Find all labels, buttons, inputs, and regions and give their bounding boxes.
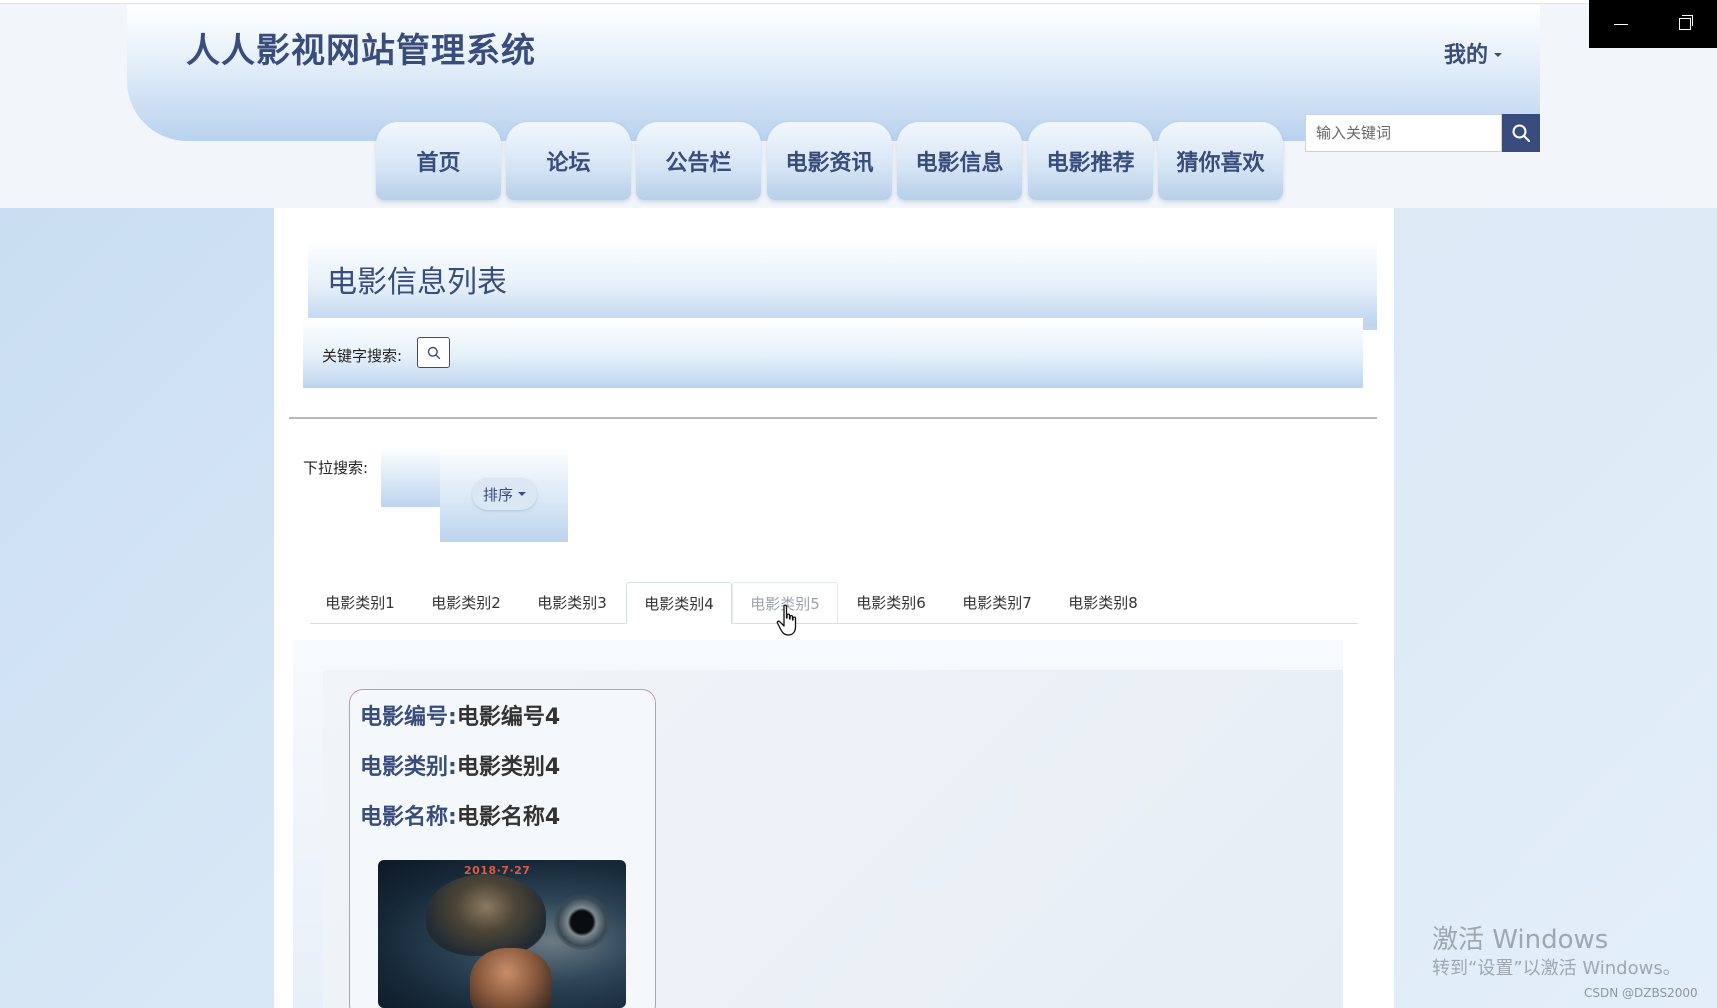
keyword-search-button[interactable] xyxy=(417,337,450,368)
activation-watermark-title: 激活 Windows xyxy=(1432,925,1609,955)
nav-item-home[interactable]: 首页 xyxy=(376,122,501,200)
keyword-search-label: 关键字搜索: xyxy=(322,347,403,365)
csdn-watermark: CSDN @DZBS2000 xyxy=(1584,986,1698,1000)
tabs-baseline xyxy=(310,623,1358,624)
tab-category-7[interactable]: 电影类别7 xyxy=(944,582,1050,623)
tab-category-4[interactable]: 电影类别4 xyxy=(626,582,732,624)
search-input[interactable] xyxy=(1305,114,1502,152)
search-icon xyxy=(1512,124,1530,142)
nav-item-movie-info[interactable]: 电影信息 xyxy=(897,122,1022,200)
poster-date: 2018·7·27 xyxy=(464,864,531,877)
movie-category-value: 电影类别4 xyxy=(456,755,561,780)
tab-category-2[interactable]: 电影类别2 xyxy=(413,582,519,623)
window-controls xyxy=(1589,0,1717,48)
site-title: 人人影视网站管理系统 xyxy=(186,31,536,71)
movie-number-label: 电影编号: xyxy=(360,705,457,730)
hand-cursor-icon xyxy=(776,604,797,636)
search-icon xyxy=(427,346,440,359)
chevron-down-icon xyxy=(1494,53,1503,57)
movie-category-label: 电影类别: xyxy=(360,755,457,780)
movie-category-field: 电影类别:电影类别4 xyxy=(360,751,660,785)
movie-number-value: 电影编号4 xyxy=(456,705,561,730)
poster-helmet-shape xyxy=(426,874,546,956)
nav-item-movie-news[interactable]: 电影资讯 xyxy=(767,122,892,200)
keyword-search-bar xyxy=(303,318,1363,388)
minimize-icon xyxy=(1614,23,1628,25)
sort-button[interactable]: 排序 xyxy=(472,478,537,510)
dropdown-search-label: 下拉搜索: xyxy=(303,459,369,477)
poster-eye-shape xyxy=(554,894,610,950)
tab-category-1[interactable]: 电影类别1 xyxy=(307,582,413,623)
activation-watermark-subtitle: 转到“设置”以激活 Windows。 xyxy=(1432,958,1681,979)
my-menu[interactable]: 我的 xyxy=(1444,36,1514,70)
section-divider xyxy=(289,417,1377,419)
tab-category-3[interactable]: 电影类别3 xyxy=(519,582,625,623)
movie-poster[interactable]: 2018·7·27 xyxy=(378,860,626,1008)
tab-category-8[interactable]: 电影类别8 xyxy=(1050,582,1156,623)
nav-item-guess-you-like[interactable]: 猜你喜欢 xyxy=(1158,122,1283,200)
movie-name-value: 电影名称4 xyxy=(456,805,561,830)
page-title: 电影信息列表 xyxy=(327,265,507,300)
movie-name-field: 电影名称:电影名称4 xyxy=(360,801,660,835)
minimize-button[interactable] xyxy=(1589,0,1653,48)
my-menu-label: 我的 xyxy=(1444,43,1489,68)
nav-item-bulletin[interactable]: 公告栏 xyxy=(636,122,761,200)
movie-number-field: 电影编号:电影编号4 xyxy=(360,701,660,735)
header-top-line xyxy=(0,0,1717,4)
sort-label: 排序 xyxy=(482,485,513,504)
dropdown-search-box[interactable] xyxy=(381,446,442,507)
search-button[interactable] xyxy=(1502,114,1540,152)
restore-button[interactable] xyxy=(1653,0,1717,48)
movie-name-label: 电影名称: xyxy=(360,805,457,830)
nav-item-forum[interactable]: 论坛 xyxy=(506,122,631,200)
chevron-down-icon xyxy=(518,492,526,496)
nav-item-movie-recommend[interactable]: 电影推荐 xyxy=(1028,122,1153,200)
poster-face-shape xyxy=(470,948,552,1008)
tab-category-6[interactable]: 电影类别6 xyxy=(838,582,944,623)
restore-icon xyxy=(1679,15,1693,30)
